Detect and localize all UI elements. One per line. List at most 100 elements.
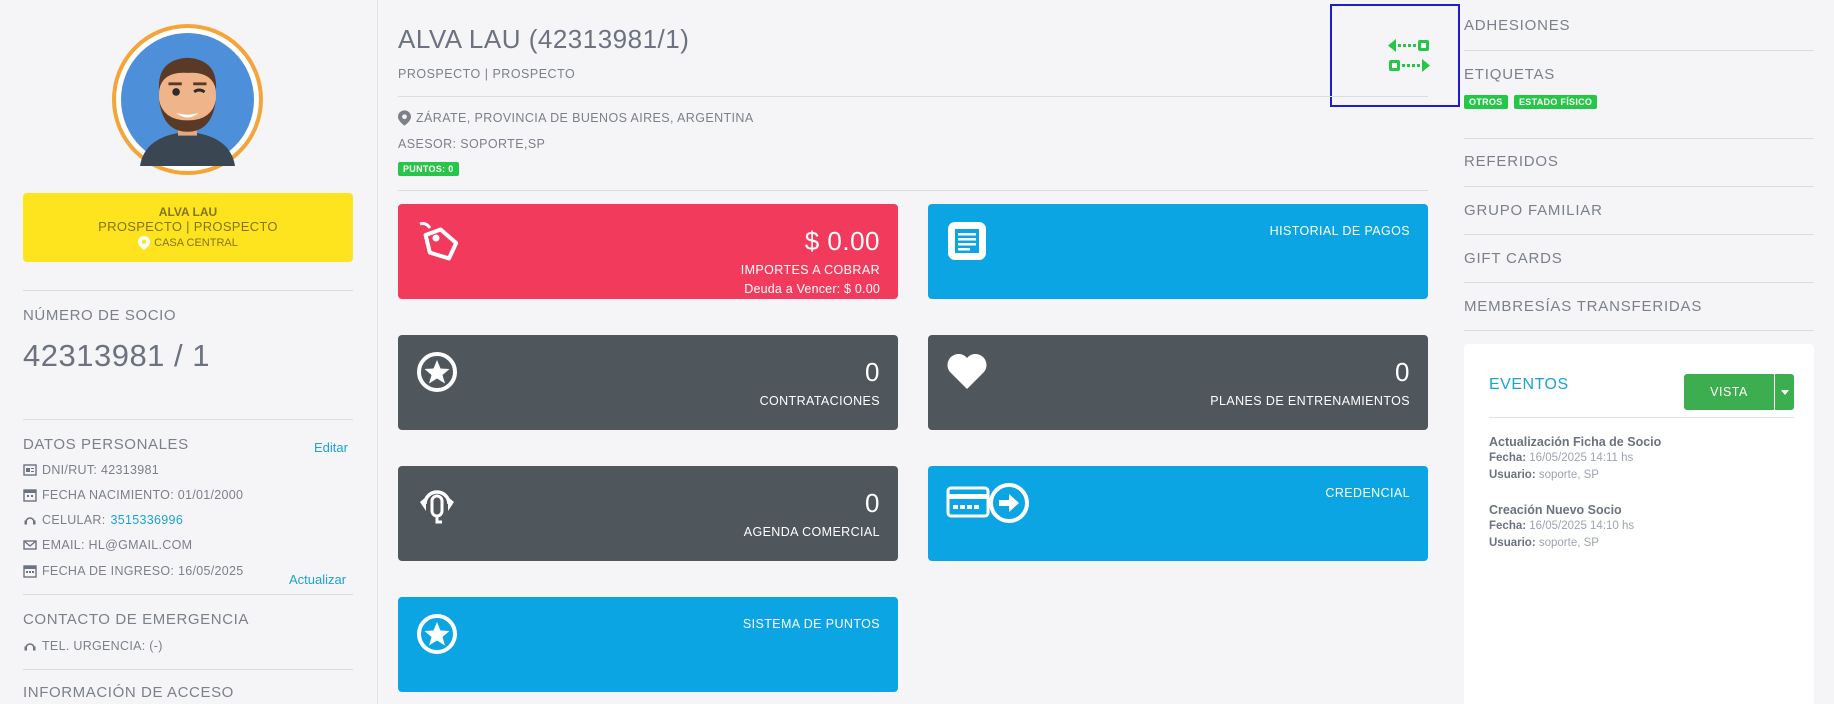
phone-icon (24, 517, 36, 525)
avatar (112, 24, 263, 175)
event-date-value: 16/05/2025 14:10 hs (1529, 520, 1635, 532)
events-title: EVENTOS (1489, 376, 1569, 393)
sistema-puntos-label: SISTEMA DE PUNTOS (742, 617, 880, 631)
member-status: PROSPECTO | PROSPECTO (98, 219, 278, 234)
emergency-contact-title: CONTACTO DE EMERGENCIA (23, 611, 249, 628)
phone-icon (24, 643, 36, 651)
historial-label: HISTORIAL DE PAGOS (1269, 224, 1410, 238)
edit-link[interactable]: Editar (314, 440, 348, 455)
menu-referidos[interactable]: REFERIDOS (1464, 153, 1559, 170)
event-heading: Creación Nuevo Socio (1489, 503, 1622, 517)
member-name: ALVA LAU (158, 205, 218, 219)
tag-badge: OTROS (1464, 95, 1508, 109)
divider (1464, 50, 1814, 51)
vista-dropdown-toggle[interactable] (1775, 374, 1794, 410)
contrataciones-label: CONTRATACIONES (759, 394, 880, 408)
agenda-label: AGENDA COMERCIAL (743, 525, 880, 539)
tile-contrataciones[interactable]: 0 CONTRATACIONES (398, 335, 898, 430)
star-icon (417, 614, 457, 654)
cell-phone-link[interactable]: 3515336996 (111, 513, 184, 527)
deuda-a-vencer: Deuda a Vencer: $ 0.00 (744, 282, 880, 296)
importes-label: IMPORTES A COBRAR (740, 263, 880, 277)
event-user-label: Usuario: (1489, 537, 1536, 549)
points-badge: PUNTOS: 0 (398, 162, 459, 176)
event-entry: Creación Nuevo Socio Fecha: 16/05/2025 1… (1489, 502, 1634, 552)
tile-credencial[interactable]: CREDENCIAL (928, 466, 1428, 561)
tile-historial-de-pagos[interactable]: HISTORIAL DE PAGOS (928, 204, 1428, 299)
divider (398, 96, 1428, 97)
cell-prefix: CELULAR: (42, 513, 106, 527)
event-heading: Actualización Ficha de Socio (1489, 435, 1662, 449)
member-main-panel: ALVA LAU (42313981/1) PROSPECTO | PROSPE… (398, 0, 1460, 704)
event-user-value: soporte, SP (1538, 469, 1599, 481)
tag-icon (419, 222, 459, 261)
birth-text: FECHA NACIMIENTO: 01/01/2000 (42, 488, 244, 502)
right-sidebar: ADHESIONES ETIQUETAS OTROS ESTADO FÍSICO… (1464, 0, 1814, 704)
event-user-value: soporte, SP (1538, 537, 1599, 549)
access-info-title: INFORMACIÓN DE ACCESO (23, 684, 234, 701)
credit-card-icon (946, 486, 990, 518)
emergency-phone-text: TEL. URGENCIA: (-) (42, 639, 163, 653)
page-title: ALVA LAU (42313981/1) (398, 24, 690, 54)
personal-data-title: DATOS PERSONALES (23, 436, 189, 453)
update-link[interactable]: Actualizar (289, 572, 346, 587)
headset-icon (420, 490, 454, 524)
heart-icon (947, 353, 987, 389)
divider (1464, 186, 1814, 187)
birth-row: FECHA NACIMIENTO: 01/01/2000 (23, 488, 243, 502)
profile-sidebar: ALVA LAU PROSPECTO | PROSPECTO CASA CENT… (0, 0, 378, 704)
menu-membresias-transferidas[interactable]: MEMBRESÍAS TRANSFERIDAS (1464, 298, 1702, 315)
divider (398, 190, 1428, 191)
event-date: Fecha: 16/05/2025 14:10 hs (1489, 518, 1634, 535)
location-pin-icon (138, 236, 151, 250)
page-scrollbar[interactable] (1814, 0, 1834, 704)
menu-grupo-familiar[interactable]: GRUPO FAMILIAR (1464, 202, 1603, 219)
transfer-button[interactable] (1330, 4, 1460, 107)
email-row: EMAIL: HL@GMAIL.COM (23, 538, 192, 552)
tile-importes-a-cobrar[interactable]: $ 0.00 IMPORTES A COBRAR Deuda a Vencer:… (398, 204, 898, 299)
planes-value: 0 (1395, 357, 1410, 387)
event-user-label: Usuario: (1489, 469, 1536, 481)
star-icon (417, 352, 457, 392)
arrow-right-circle-icon (989, 483, 1029, 523)
planes-label: PLANES DE ENTRENAMIENTOS (1210, 394, 1410, 408)
event-date-label: Fecha: (1489, 520, 1527, 532)
tile-sistema-de-puntos[interactable]: SISTEMA DE PUNTOS (398, 597, 898, 692)
divider (23, 594, 353, 595)
emergency-phone-row: TEL. URGENCIA: (-) (23, 639, 163, 653)
menu-gift-cards[interactable]: GIFT CARDS (1464, 250, 1563, 267)
event-user: Usuario: soporte, SP (1489, 535, 1634, 552)
dni-row: DNI/RUT: 42313981 (23, 463, 159, 477)
menu-etiquetas[interactable]: ETIQUETAS (1464, 66, 1555, 83)
join-date-text: FECHA DE INGRESO: 16/05/2025 (42, 564, 244, 578)
location-text: ZÁRATE, PROVINCIA DE BUENOS AIRES, ARGEN… (416, 111, 754, 125)
divider (23, 669, 353, 670)
calendar-icon (23, 489, 37, 502)
avatar-illustration (121, 33, 254, 166)
document-icon (948, 222, 986, 260)
vista-button[interactable]: VISTA (1684, 374, 1774, 410)
contrataciones-value: 0 (865, 357, 880, 387)
tile-planes-de-entrenamientos[interactable]: 0 PLANES DE ENTRENAMIENTOS (928, 335, 1428, 430)
envelope-icon (23, 540, 37, 550)
id-card-icon (23, 464, 37, 476)
event-date: Fecha: 16/05/2025 14:11 hs (1489, 450, 1661, 467)
event-date-label: Fecha: (1489, 452, 1527, 464)
menu-adhesiones[interactable]: ADHESIONES (1464, 17, 1570, 34)
member-branch: CASA CENTRAL (138, 235, 238, 251)
divider (1464, 330, 1814, 331)
swap-arrows-icon (1388, 38, 1430, 72)
calendar-icon (23, 565, 37, 578)
advisor-text: ASESOR: SOPORTE,SP (398, 137, 546, 151)
divider (23, 290, 353, 291)
tile-agenda-comercial[interactable]: 0 AGENDA COMERCIAL (398, 466, 898, 561)
credencial-label: CREDENCIAL (1325, 486, 1410, 500)
importes-value: $ 0.00 (804, 226, 880, 256)
tag-badge: ESTADO FÍSICO (1514, 95, 1598, 109)
divider (1489, 417, 1794, 418)
divider (1464, 282, 1814, 283)
divider (1464, 234, 1814, 235)
location-row: ZÁRATE, PROVINCIA DE BUENOS AIRES, ARGEN… (398, 110, 754, 126)
location-pin-icon (398, 110, 411, 126)
events-panel: EVENTOS VISTA Actualización Ficha de Soc… (1464, 344, 1814, 704)
